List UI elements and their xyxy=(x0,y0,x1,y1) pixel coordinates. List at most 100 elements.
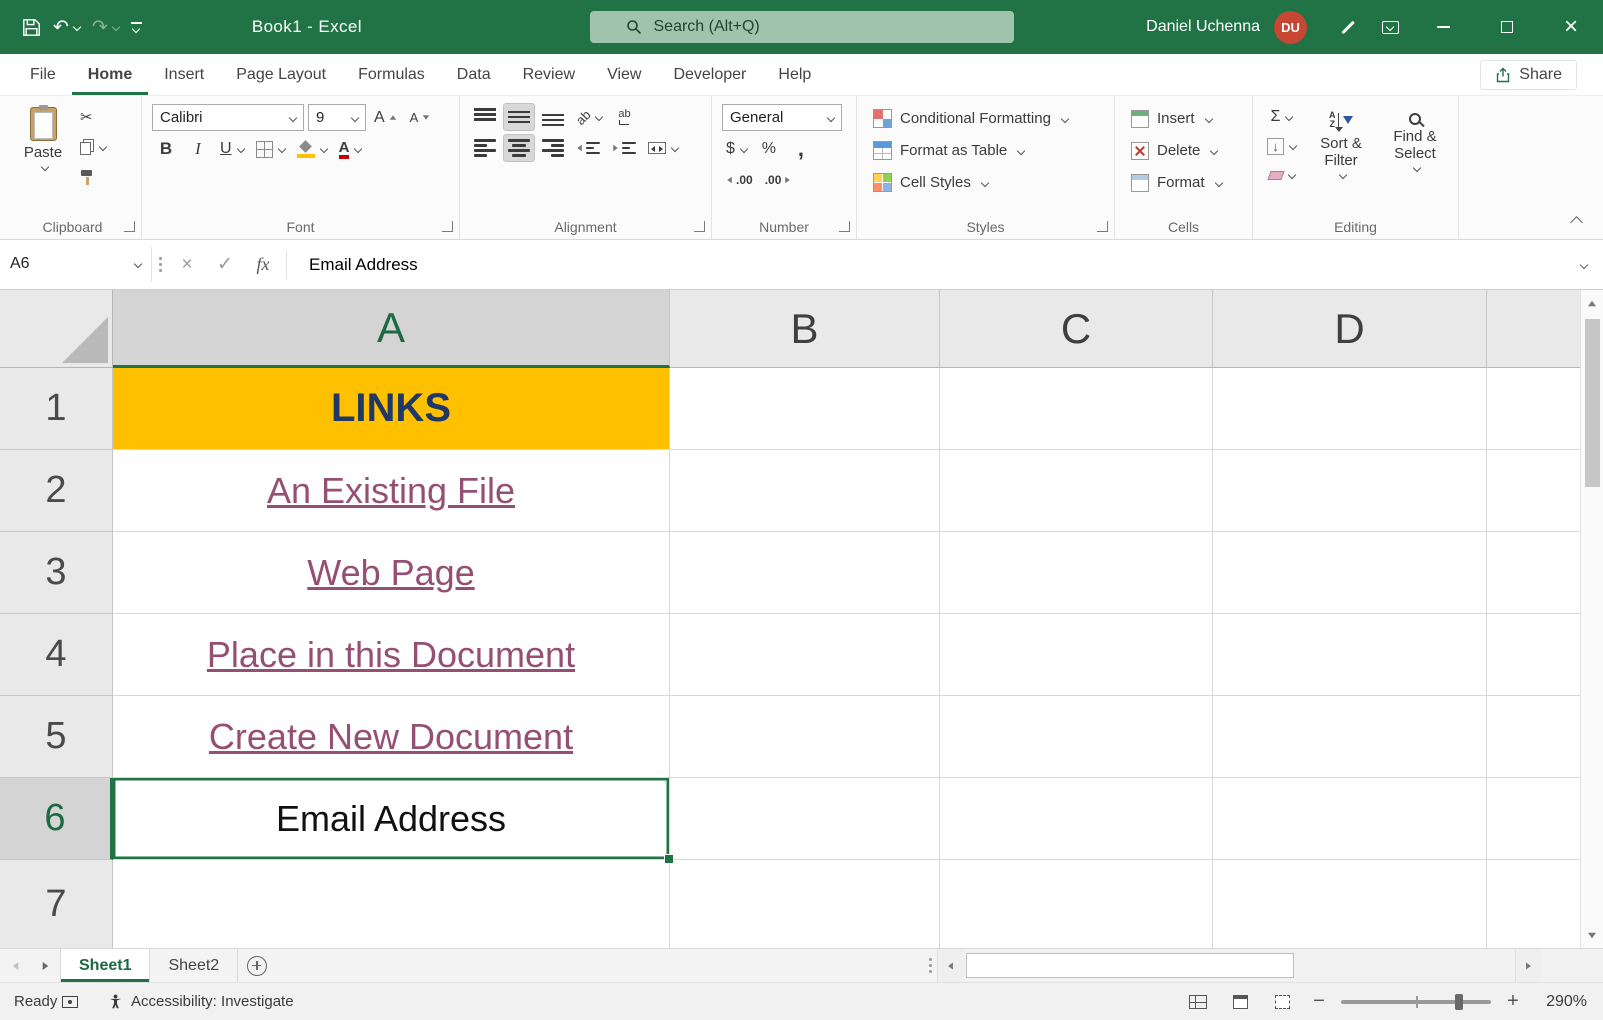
increase-decimal-button[interactable]: .00 xyxy=(722,167,757,193)
zoom-slider[interactable] xyxy=(1341,993,1491,1010)
clear-chevron[interactable] xyxy=(1287,170,1296,180)
accounting-format-button[interactable]: $ xyxy=(722,136,751,162)
wrap-text-button[interactable]: ab xyxy=(610,104,638,130)
cell-D5[interactable] xyxy=(1213,696,1487,778)
delete-chevron[interactable] xyxy=(1210,146,1219,155)
record-macro-button[interactable] xyxy=(62,995,78,1008)
cell-C7[interactable] xyxy=(940,860,1213,948)
merge-center-button[interactable] xyxy=(644,135,682,161)
format-cells-button[interactable]: Format xyxy=(1125,168,1228,197)
font-color-chevron[interactable] xyxy=(354,144,363,154)
number-dialog-launcher[interactable] xyxy=(839,221,850,232)
underline-button[interactable]: U xyxy=(216,136,248,162)
cell-C5[interactable] xyxy=(940,696,1213,778)
copy-dropdown-chevron[interactable] xyxy=(98,142,108,152)
inking-button[interactable] xyxy=(1327,0,1369,54)
cell-D6[interactable] xyxy=(1213,778,1487,860)
fill-chevron[interactable] xyxy=(1288,141,1298,151)
number-format-combo[interactable]: General xyxy=(722,104,842,131)
sort-filter-chevron[interactable] xyxy=(1338,170,1347,180)
cell-A5-hyperlink[interactable]: Create New Document xyxy=(113,696,670,778)
column-header-B[interactable]: B xyxy=(670,290,940,368)
tab-developer[interactable]: Developer xyxy=(657,54,762,95)
decrease-indent-button[interactable] xyxy=(572,135,604,161)
autosum-button[interactable]: Σ xyxy=(1263,104,1300,130)
find-select-button[interactable]: Find & Select xyxy=(1382,104,1448,213)
customize-quick-access-button[interactable] xyxy=(130,10,142,44)
ribbon-display-options-button[interactable] xyxy=(1369,0,1411,54)
row-header-7[interactable]: 7 xyxy=(0,860,113,948)
scroll-down-button[interactable] xyxy=(1581,922,1603,948)
scroll-left-button[interactable] xyxy=(937,949,963,982)
cell-A2-hyperlink[interactable]: An Existing File xyxy=(113,450,670,532)
clear-button[interactable] xyxy=(1263,162,1300,188)
tab-view[interactable]: View xyxy=(591,54,657,95)
orientation-button[interactable]: ab xyxy=(572,104,606,130)
cell-D4[interactable] xyxy=(1213,614,1487,696)
row-header-2[interactable]: 2 xyxy=(0,450,113,532)
formula-bar-resize-handle[interactable] xyxy=(152,257,168,272)
cell-A3-hyperlink[interactable]: Web Page xyxy=(113,532,670,614)
fill-handle[interactable] xyxy=(664,854,674,864)
zoom-level[interactable]: 290% xyxy=(1535,993,1587,1011)
styles-dialog-launcher[interactable] xyxy=(1097,221,1108,232)
borders-button[interactable] xyxy=(252,136,289,162)
cell-B6[interactable] xyxy=(670,778,940,860)
row-header-5[interactable]: 5 xyxy=(0,696,113,778)
cell-A4-hyperlink[interactable]: Place in this Document xyxy=(113,614,670,696)
row-header-1[interactable]: 1 xyxy=(0,368,113,450)
undo-dropdown-chevron[interactable] xyxy=(72,22,82,32)
horizontal-scrollbar-track[interactable] xyxy=(963,949,1515,982)
row-header-4[interactable]: 4 xyxy=(0,614,113,696)
collapse-ribbon-button[interactable] xyxy=(1570,216,1583,229)
undo-button[interactable]: ↶ xyxy=(53,10,82,44)
sheet-tab-sheet1[interactable]: Sheet1 xyxy=(60,949,151,982)
align-middle-button[interactable] xyxy=(503,103,535,131)
enter-button[interactable]: ✓ xyxy=(206,240,244,289)
tab-review[interactable]: Review xyxy=(507,54,591,95)
comma-style-button[interactable]: , xyxy=(787,136,815,162)
cell-C4[interactable] xyxy=(940,614,1213,696)
align-right-button[interactable] xyxy=(538,135,568,161)
maximize-button[interactable] xyxy=(1475,0,1539,54)
normal-view-button[interactable] xyxy=(1183,989,1213,1015)
tab-formulas[interactable]: Formulas xyxy=(342,54,441,95)
cell-C6[interactable] xyxy=(940,778,1213,860)
scroll-right-button[interactable] xyxy=(1515,949,1541,982)
font-name-chevron[interactable] xyxy=(288,113,298,122)
column-header-A[interactable]: A xyxy=(113,290,670,368)
fill-color-chevron[interactable] xyxy=(319,144,328,154)
sheet-nav-left-button[interactable] xyxy=(0,949,30,982)
insert-chevron[interactable] xyxy=(1204,114,1213,123)
cell-B1[interactable] xyxy=(670,368,940,450)
sort-filter-button[interactable]: AZ Sort & Filter xyxy=(1308,104,1374,213)
cell-C3[interactable] xyxy=(940,532,1213,614)
share-button[interactable]: Share xyxy=(1480,59,1577,90)
orientation-chevron[interactable] xyxy=(595,112,604,122)
add-sheet-button[interactable] xyxy=(238,949,276,982)
cell-styles-button[interactable]: Cell Styles xyxy=(867,168,1074,197)
fill-button[interactable]: ↓ xyxy=(1263,133,1300,159)
zoom-out-button[interactable]: − xyxy=(1309,990,1329,1013)
borders-chevron[interactable] xyxy=(277,144,286,154)
format-as-table-button[interactable]: Format as Table xyxy=(867,136,1074,165)
paste-dropdown-chevron[interactable] xyxy=(40,162,49,172)
cell-B5[interactable] xyxy=(670,696,940,778)
avatar[interactable]: DU xyxy=(1274,10,1307,44)
vertical-scrollbar[interactable] xyxy=(1580,290,1603,948)
accessibility-checker[interactable]: Accessibility: Investigate xyxy=(108,993,294,1010)
delete-cells-button[interactable]: Delete xyxy=(1125,136,1228,165)
cell-B2[interactable] xyxy=(670,450,940,532)
tab-data[interactable]: Data xyxy=(441,54,507,95)
zoom-slider-thumb[interactable] xyxy=(1455,993,1463,1010)
number-format-chevron[interactable] xyxy=(826,113,836,122)
accounting-chevron[interactable] xyxy=(739,144,749,154)
font-color-button[interactable]: A xyxy=(335,136,366,162)
cell-B4[interactable] xyxy=(670,614,940,696)
minimize-button[interactable] xyxy=(1411,0,1475,54)
tab-insert[interactable]: Insert xyxy=(148,54,220,95)
cell-C2[interactable] xyxy=(940,450,1213,532)
cell-styles-chevron[interactable] xyxy=(980,178,990,187)
underline-chevron[interactable] xyxy=(236,144,245,154)
cell-A1[interactable]: LINKS xyxy=(113,368,670,450)
